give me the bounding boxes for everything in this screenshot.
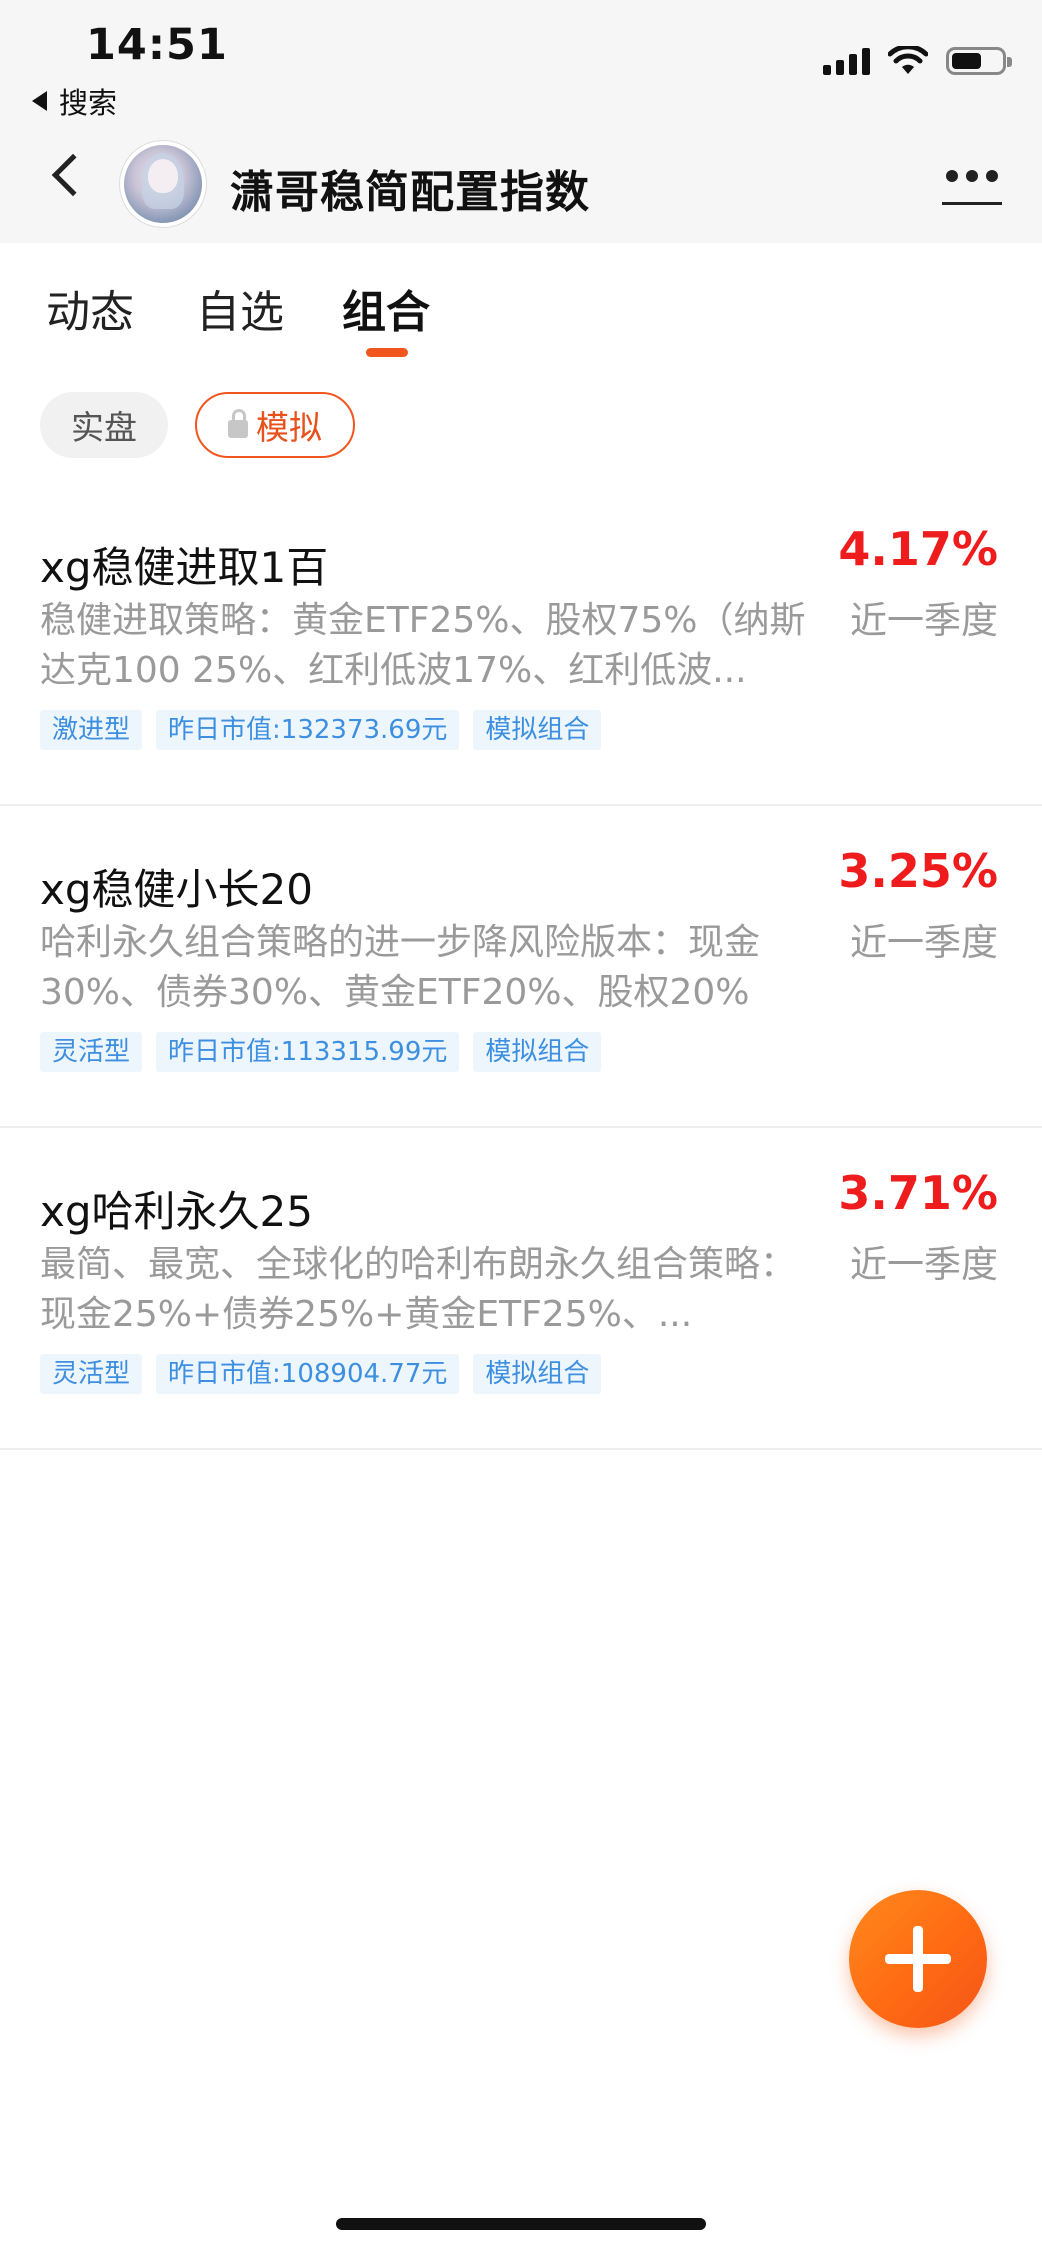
return-period-label: 近一季度	[850, 1243, 998, 1286]
portfolio-tags: 激进型 昨日市值:132373.69元 模拟组合	[40, 710, 602, 750]
lock-icon	[228, 409, 248, 438]
simulated-portfolio-tag: 模拟组合	[473, 1354, 602, 1394]
tab-watchlist[interactable]: 自选	[196, 276, 284, 340]
cellular-signal-icon	[823, 47, 870, 75]
portfolio-tags: 灵活型 昨日市值:108904.77元 模拟组合	[40, 1354, 602, 1394]
tab-dynamic[interactable]: 动态	[46, 276, 134, 340]
market-value-tag: 昨日市值:132373.69元	[156, 710, 460, 750]
more-dots-icon	[946, 170, 998, 182]
return-period-label: 近一季度	[850, 599, 998, 642]
risk-type-tag: 激进型	[40, 710, 143, 750]
back-to-app-link[interactable]: 搜索	[32, 80, 117, 122]
portfolio-return: 3.25%	[838, 844, 998, 898]
back-app-label: 搜索	[59, 86, 118, 120]
more-underline	[942, 202, 1002, 205]
portfolio-tags: 灵活型 昨日市值:113315.99元 模拟组合	[40, 1032, 602, 1072]
return-period-label: 近一季度	[850, 921, 998, 964]
simulated-portfolio-tag: 模拟组合	[473, 710, 602, 750]
tab-bar: 动态 自选 组合	[0, 276, 1042, 356]
filter-real-label: 实盘	[71, 408, 137, 447]
portfolio-description: 哈利永久组合策略的进一步降风险版本：现金30%、债券30%、黄金ETF20%、股…	[40, 922, 761, 1013]
page-title: 潇哥稳简配置指数	[230, 167, 590, 218]
add-portfolio-button[interactable]	[849, 1890, 987, 2028]
top-bar: 14:51 搜索 潇哥稳简配置指数	[0, 0, 1042, 243]
portfolio-return: 4.17%	[838, 522, 998, 576]
more-menu-button[interactable]	[942, 170, 1002, 205]
active-tab-indicator	[366, 348, 408, 357]
risk-type-tag: 灵活型	[40, 1354, 143, 1394]
portfolio-item[interactable]: xg稳健小长20 3.25% 哈利永久组合策略的进一步降风险版本：现金30%、债…	[0, 806, 1042, 1128]
back-button[interactable]	[51, 153, 95, 197]
battery-fill	[952, 53, 981, 69]
portfolio-description: 稳健进取策略：黄金ETF25%、股权75%（纳斯达克100 25%、红利低波17…	[40, 600, 806, 691]
battery-icon	[946, 47, 1012, 75]
avatar-face	[148, 159, 178, 193]
filter-real-button[interactable]: 实盘	[40, 392, 168, 458]
simulated-portfolio-tag: 模拟组合	[473, 1032, 602, 1072]
portfolio-name: xg稳健进取1百	[40, 543, 329, 592]
back-triangle-icon	[32, 91, 47, 111]
wifi-icon	[888, 46, 928, 74]
risk-type-tag: 灵活型	[40, 1032, 143, 1072]
market-value-tag: 昨日市值:113315.99元	[156, 1032, 460, 1072]
status-time: 14:51	[86, 20, 228, 70]
portfolio-item[interactable]: xg稳健进取1百 4.17% 稳健进取策略：黄金ETF25%、股权75%（纳斯达…	[0, 484, 1042, 806]
status-icons	[823, 46, 1012, 76]
portfolio-return: 3.71%	[838, 1166, 998, 1220]
avatar[interactable]	[124, 145, 202, 223]
filter-simulated-button[interactable]: 模拟	[195, 392, 355, 458]
home-indicator[interactable]	[336, 2218, 706, 2230]
tab-portfolio[interactable]: 组合	[342, 276, 430, 340]
filter-simulated-label: 模拟	[256, 408, 322, 447]
portfolio-item[interactable]: xg哈利永久25 3.71% 最简、最宽、全球化的哈利布朗永久组合策略：现金25…	[0, 1128, 1042, 1450]
portfolio-name: xg哈利永久25	[40, 1187, 313, 1236]
portfolio-name: xg稳健小长20	[40, 865, 313, 914]
market-value-tag: 昨日市值:108904.77元	[156, 1354, 460, 1394]
portfolio-description: 最简、最宽、全球化的哈利布朗永久组合策略：现金25%+债券25%+黄金ETF25…	[40, 1244, 797, 1335]
